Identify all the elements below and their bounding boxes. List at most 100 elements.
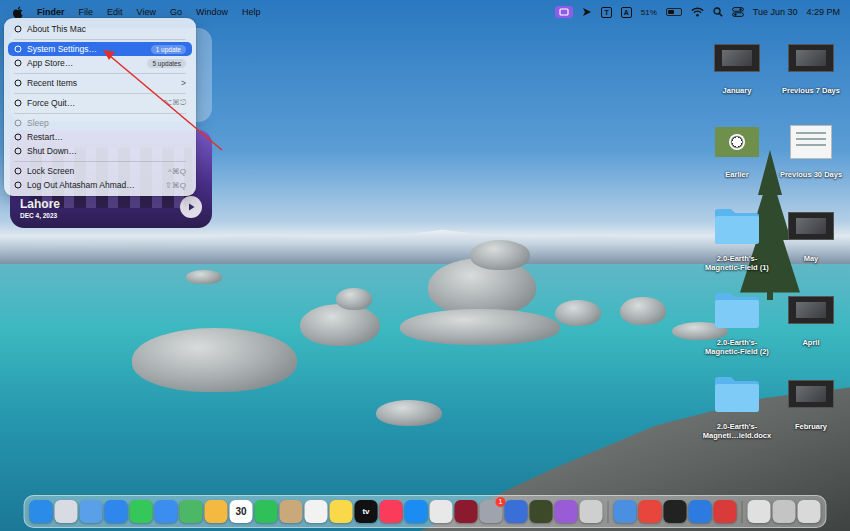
desktop-item[interactable]: January <box>700 34 774 118</box>
dock-app-icon[interactable] <box>580 500 603 523</box>
menu-item[interactable]: Recent Items> <box>8 76 192 90</box>
menu-item-label: Restart… <box>27 132 186 142</box>
screen-mirroring-icon[interactable] <box>555 6 573 18</box>
dock-stack-icon[interactable] <box>773 500 796 523</box>
app-name-menu[interactable]: Finder <box>37 7 65 17</box>
dock-recent-app-icon[interactable] <box>639 500 662 523</box>
desktop-item-icon-area <box>788 370 834 418</box>
dock-app-icon[interactable]: tv <box>355 500 378 523</box>
desktop-icons: January Previous 7 Days Earlier Previous 30… <box>700 34 848 454</box>
desktop-item-label: April <box>802 338 819 347</box>
menu-item-icon <box>14 45 22 53</box>
rock <box>300 304 380 346</box>
dock-stack-icon[interactable] <box>798 500 821 523</box>
time[interactable]: 4:29 PM <box>806 7 840 17</box>
menu-bar-item[interactable]: Go <box>170 7 182 17</box>
menu-item-icon <box>14 79 22 87</box>
dock-app-icon[interactable] <box>405 500 428 523</box>
desktop-item-label: Previous 7 Days <box>782 86 840 95</box>
desktop-item[interactable]: February <box>774 370 848 454</box>
dock-app-icon[interactable] <box>430 500 453 523</box>
desktop-item-icon-area <box>788 286 834 334</box>
desktop-item[interactable]: 2.0-Earth's-Magneti…ield.docx <box>700 370 774 454</box>
menu-item-label: App Store… <box>27 58 142 68</box>
dock-app-icon[interactable] <box>280 500 303 523</box>
menu-item[interactable]: Log Out Ahtasham Ahmad…⇧⌘Q <box>8 178 192 192</box>
desktop-item[interactable]: 2.0-Earth's-Magnetic-Field (2) <box>700 286 774 370</box>
video-thumbnail-icon <box>788 212 834 240</box>
search-icon[interactable] <box>713 7 723 17</box>
dock-recent-app-icon[interactable] <box>614 500 637 523</box>
dock-recent-app-icon[interactable] <box>689 500 712 523</box>
dock-app-icon[interactable] <box>205 500 228 523</box>
input-source[interactable]: A <box>621 7 632 18</box>
desktop-item[interactable]: May <box>774 202 848 286</box>
dock-app-icon[interactable] <box>155 500 178 523</box>
menu-bar-item[interactable]: View <box>137 7 156 17</box>
menu-item[interactable]: App Store…5 updates <box>8 56 192 70</box>
dock-app-icon[interactable] <box>130 500 153 523</box>
menu-item-label: System Settings… <box>27 44 146 54</box>
dock-app-icon[interactable] <box>55 500 78 523</box>
menu-item[interactable]: About This Mac <box>8 22 192 36</box>
dock-recent-app-icon[interactable] <box>664 500 687 523</box>
dock-app-icon[interactable] <box>305 500 328 523</box>
dock-app-icon[interactable] <box>330 500 353 523</box>
video-frame <box>796 50 826 66</box>
battery-percent: 51% <box>641 8 657 17</box>
dock-app-icon[interactable] <box>80 500 103 523</box>
menu-item[interactable]: Restart… <box>8 130 192 144</box>
battery-icon[interactable] <box>666 8 682 16</box>
location-arrow-icon[interactable] <box>582 7 592 17</box>
menu-item[interactable]: System Settings…1 update <box>8 42 192 56</box>
photo-title: Lahore <box>20 197 60 211</box>
doc-line <box>796 138 826 140</box>
status-area: TA 51% Tue Jun 30 4:29 PM <box>555 6 840 18</box>
dock-app-icon[interactable] <box>255 500 278 523</box>
wifi-icon[interactable] <box>691 7 704 17</box>
menu-item-icon <box>14 59 22 67</box>
dock-recent-app-icon[interactable] <box>714 500 737 523</box>
menu-bar-item[interactable]: Window <box>196 7 228 17</box>
apple-menu: About This MacSystem Settings…1 updateAp… <box>4 18 196 196</box>
menu-item-label: About This Mac <box>27 24 186 34</box>
play-button[interactable] <box>180 196 202 218</box>
rock <box>336 288 372 310</box>
video-frame <box>796 386 826 402</box>
control-center-icon[interactable] <box>732 7 744 17</box>
doc-line <box>796 144 826 146</box>
video-frame <box>796 302 826 318</box>
dock-stack-icon[interactable] <box>748 500 771 523</box>
apple-icon[interactable] <box>12 6 23 19</box>
dock-app-icon[interactable]: 1 <box>480 500 503 523</box>
menu-bar-item[interactable]: Edit <box>107 7 123 17</box>
dock-app-icon[interactable] <box>30 500 53 523</box>
date[interactable]: Tue Jun 30 <box>753 7 798 17</box>
menu-item[interactable]: Shut Down… <box>8 144 192 158</box>
menu-item[interactable]: Force Quit…⌥⌘⎋ <box>8 96 192 110</box>
desktop-item[interactable]: Previous 7 Days <box>774 34 848 118</box>
input-source[interactable]: T <box>601 7 611 18</box>
dock-app-icon[interactable] <box>505 500 528 523</box>
dock-app-icon[interactable]: 30 <box>230 500 253 523</box>
dock-app-icon[interactable] <box>380 500 403 523</box>
desktop-item[interactable]: Earlier <box>700 118 774 202</box>
folder-icon <box>713 291 761 329</box>
desktop-item[interactable]: 2.0-Earth's-Magnetic-Field (1) <box>700 202 774 286</box>
dock-app-icon[interactable] <box>455 500 478 523</box>
menu-bar-item[interactable]: File <box>79 7 94 17</box>
dock-app-icon[interactable] <box>105 500 128 523</box>
dock-app-icon[interactable] <box>555 500 578 523</box>
menu-item-shortcut: ⌥⌘⎋ <box>163 98 186 108</box>
menu-item-icon <box>14 133 22 141</box>
desktop-item[interactable]: April <box>774 286 848 370</box>
desktop-item[interactable]: Previous 30 Days <box>774 118 848 202</box>
video-thumbnail-icon <box>788 380 834 408</box>
folder-icon <box>713 375 761 413</box>
menu-bar-item[interactable]: Help <box>242 7 261 17</box>
dock-app-icon[interactable] <box>180 500 203 523</box>
desktop-item-icon-area <box>714 34 760 82</box>
dock-app-icon[interactable] <box>530 500 553 523</box>
desktop-item-label: Previous 30 Days <box>780 170 842 179</box>
menu-item[interactable]: Lock Screen^⌘Q <box>8 164 192 178</box>
